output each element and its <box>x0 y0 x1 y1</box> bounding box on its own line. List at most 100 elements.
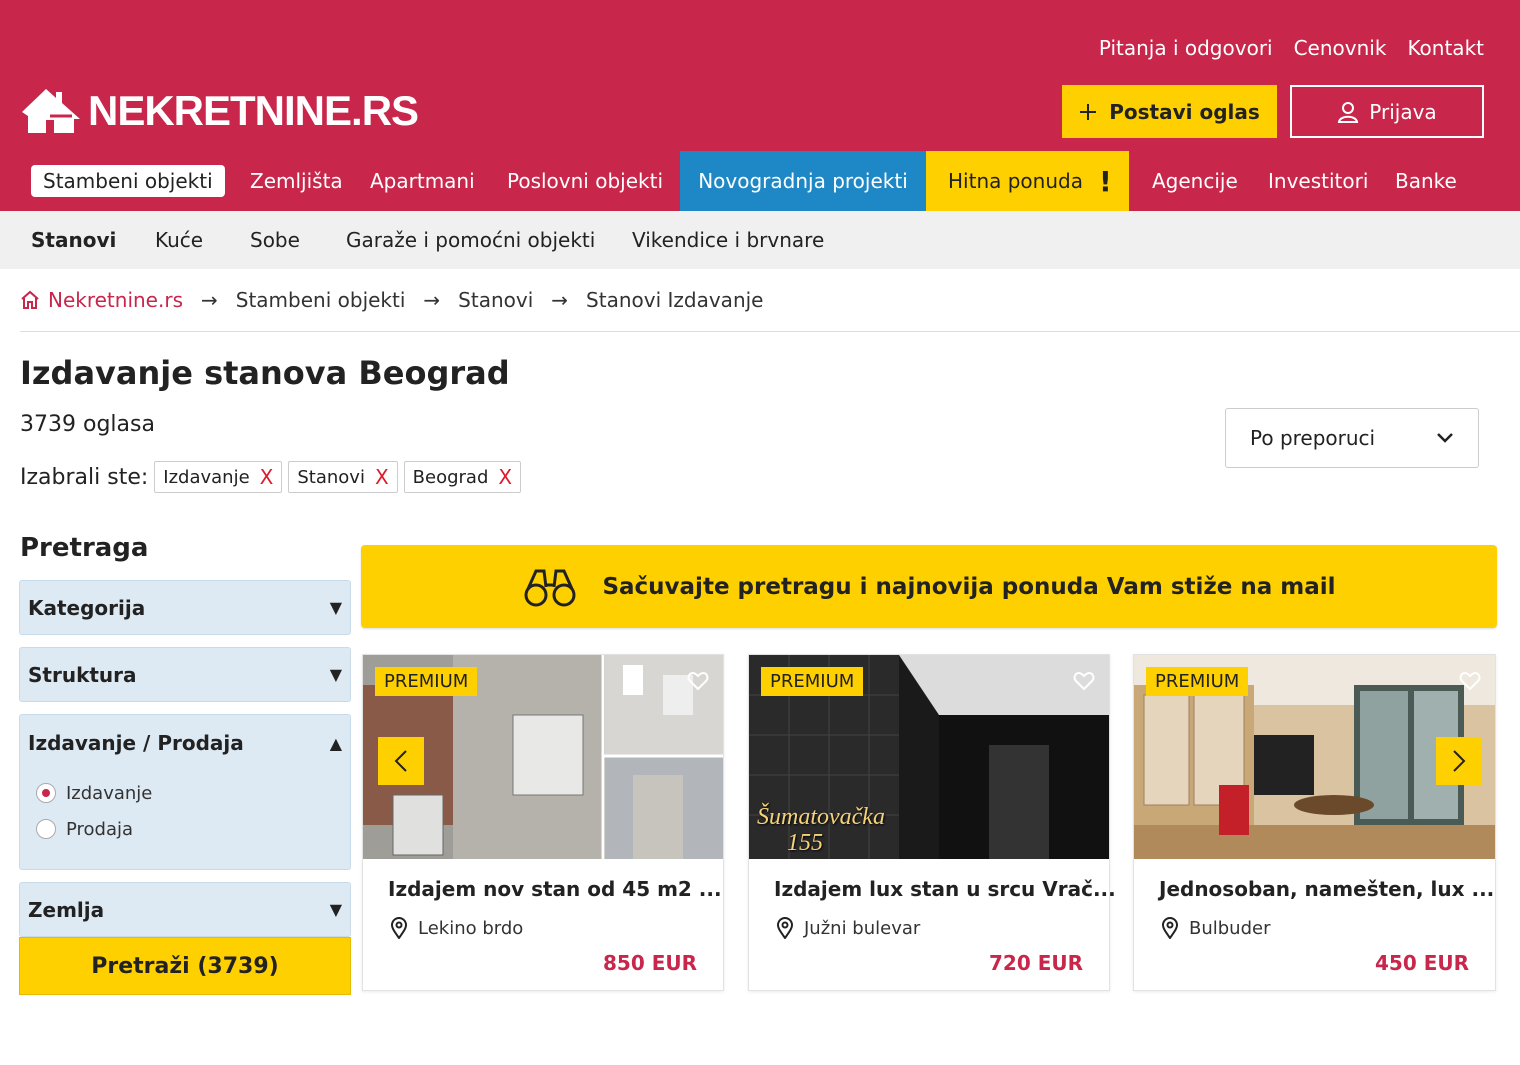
caret-down-icon: ▼ <box>329 598 342 617</box>
login-button[interactable]: Prijava <box>1290 85 1484 138</box>
filter-header[interactable]: Kategorija ▼ <box>20 581 350 634</box>
street-sign-text: Šumatovačka <box>757 804 885 830</box>
heart-icon[interactable] <box>687 671 709 691</box>
nav-apartmani[interactable]: Apartmani <box>370 151 475 211</box>
subnav-garaze[interactable]: Garaže i pomoćni objekti <box>346 211 595 269</box>
nav-poslovni-objekti[interactable]: Poslovni objekti <box>507 151 663 211</box>
listing-photo[interactable]: PREMIUM <box>1134 655 1495 859</box>
premium-badge: PREMIUM <box>1146 667 1249 696</box>
heart-icon[interactable] <box>1459 671 1481 691</box>
breadcrumb-current: Stanovi Izdavanje <box>586 288 764 312</box>
next-arrow-button[interactable] <box>1436 737 1482 785</box>
chip-label: Beograd <box>412 466 489 488</box>
location-text: Bulbuder <box>1189 917 1271 939</box>
chevron-down-icon <box>1437 433 1453 443</box>
sort-value: Po preporuci <box>1250 426 1376 450</box>
filter-label: Struktura <box>28 662 137 687</box>
listing-card[interactable]: PREMIUM Jednosoban, namešten, lux ... Bu… <box>1133 654 1496 991</box>
location-pin-icon <box>390 917 408 939</box>
radio-prodaja[interactable]: Prodaja <box>20 811 350 847</box>
filter-chip-izdavanje: Izdavanje X <box>154 461 283 493</box>
faq-link[interactable]: Pitanja i odgovori <box>1099 36 1273 60</box>
selected-filters: Izabrali ste: Izdavanje X Stanovi X Beog… <box>20 461 522 493</box>
banner-text: Sačuvajte pretragu i najnovija ponuda Va… <box>602 573 1336 600</box>
listing-title[interactable]: Izdajem nov stan od 45 m2 ... <box>388 877 722 901</box>
listing-photo[interactable]: Šumatovačka 155 PREMIUM <box>749 655 1109 859</box>
filter-header[interactable]: Struktura ▼ <box>20 648 350 701</box>
chevron-right-icon <box>1453 750 1466 772</box>
caret-down-icon: ▼ <box>329 665 342 684</box>
radio-checked-icon[interactable] <box>36 783 56 803</box>
home-icon <box>21 290 39 309</box>
listing-location: Lekino brdo <box>390 917 523 939</box>
subnav-stanovi[interactable]: Stanovi <box>31 211 116 269</box>
listing-location: Bulbuder <box>1161 917 1271 939</box>
nav-zemljista[interactable]: Zemljišta <box>250 151 343 211</box>
result-count: 3739 oglasa <box>20 412 155 437</box>
listing-card[interactable]: PREMIUM Izdajem nov stan od 45 m2 ... Le… <box>362 654 724 991</box>
filter-label: Zemlja <box>28 897 105 922</box>
nav-hitna-ponuda[interactable]: Hitna ponuda ! <box>926 151 1129 211</box>
breadcrumb-home[interactable]: Nekretnine.rs <box>20 288 183 312</box>
premium-badge: PREMIUM <box>761 667 864 696</box>
filter-label: Izdavanje / Prodaja <box>28 731 244 755</box>
filter-header[interactable]: Izdavanje / Prodaja ▲ <box>20 715 350 771</box>
breadcrumb-arrow-icon: → <box>201 288 218 312</box>
page-title: Izdavanje stanova Beograd <box>20 354 510 392</box>
breadcrumb-stambeni[interactable]: Stambeni objekti <box>236 288 406 312</box>
filter-zemlja[interactable]: Zemlja ▼ <box>19 882 351 937</box>
filter-struktura[interactable]: Struktura ▼ <box>19 647 351 702</box>
chip-label: Izdavanje <box>163 466 250 488</box>
binoculars-icon <box>524 569 576 606</box>
top-links: Pitanja i odgovori Cenovnik Kontakt <box>1099 36 1484 60</box>
heart-icon[interactable] <box>1073 671 1095 691</box>
contact-link[interactable]: Kontakt <box>1407 36 1484 60</box>
filter-header[interactable]: Zemlja ▼ <box>20 883 350 936</box>
caret-down-icon: ▼ <box>329 900 342 919</box>
remove-filter-icon[interactable]: X <box>498 465 512 489</box>
pricing-link[interactable]: Cenovnik <box>1294 36 1387 60</box>
plus-icon <box>1080 103 1097 120</box>
listing-card[interactable]: Šumatovačka 155 PREMIUM Izdajem lux stan… <box>748 654 1116 991</box>
listing-title[interactable]: Jednosoban, namešten, lux ... <box>1159 877 1494 901</box>
listing-price: 850 EUR <box>602 951 697 975</box>
radio-izdavanje[interactable]: Izdavanje <box>20 775 350 811</box>
premium-badge: PREMIUM <box>375 667 478 696</box>
nav-banke[interactable]: Banke <box>1395 151 1457 211</box>
breadcrumb-arrow-icon: → <box>551 288 569 312</box>
remove-filter-icon[interactable]: X <box>375 465 389 489</box>
user-icon <box>1338 101 1359 123</box>
listing-photo[interactable]: PREMIUM <box>363 655 723 859</box>
listing-title[interactable]: Izdajem lux stan u srcu Vrač... <box>774 877 1116 901</box>
nav-novogradnja-projekti[interactable]: Novogradnja projekti <box>680 151 926 211</box>
breadcrumb: Nekretnine.rs → Stambeni objekti → Stano… <box>20 288 763 312</box>
location-text: Južni bulevar <box>804 917 921 939</box>
breadcrumb-stanovi[interactable]: Stanovi <box>458 288 533 312</box>
filter-label: Kategorija <box>28 595 146 620</box>
prev-arrow-button[interactable] <box>378 737 424 785</box>
location-text: Lekino brdo <box>418 917 524 939</box>
caret-up-icon: ▲ <box>329 733 342 753</box>
subnav-sobe[interactable]: Sobe <box>250 211 300 269</box>
listing-price: 720 EUR <box>988 951 1083 975</box>
post-ad-button[interactable]: Postavi oglas <box>1062 85 1277 138</box>
radio-unchecked-icon[interactable] <box>36 819 56 839</box>
nav-investitori[interactable]: Investitori <box>1268 151 1368 211</box>
nav-stambeni-objekti[interactable]: Stambeni objekti <box>31 165 225 197</box>
remove-filter-icon[interactable]: X <box>260 465 274 489</box>
filter-chip-stanovi: Stanovi X <box>288 461 398 493</box>
site-header: Pitanja i odgovori Cenovnik Kontakt NEKR… <box>0 0 1520 151</box>
subnav-kuce[interactable]: Kuće <box>155 211 203 269</box>
sub-nav: Stanovi Kuće Sobe Garaže i pomoćni objek… <box>0 211 1520 269</box>
search-button[interactable]: Pretraži (3739) <box>19 937 351 995</box>
sort-select[interactable]: Po preporuci <box>1225 408 1479 468</box>
site-logo[interactable]: NEKRETNINE.RS <box>20 86 419 136</box>
save-search-banner[interactable]: Sačuvajte pretragu i najnovija ponuda Va… <box>361 545 1497 628</box>
subnav-vikendice[interactable]: Vikendice i brvnare <box>632 211 824 269</box>
nav-agencije[interactable]: Agencije <box>1152 151 1238 211</box>
chevron-left-icon <box>394 750 407 772</box>
urgent-exclamation-icon: ! <box>1098 164 1112 198</box>
post-ad-label: Postavi oglas <box>1109 99 1260 124</box>
filter-kategorija[interactable]: Kategorija ▼ <box>19 580 351 635</box>
logo-text: NEKRETNINE.RS <box>88 87 419 134</box>
